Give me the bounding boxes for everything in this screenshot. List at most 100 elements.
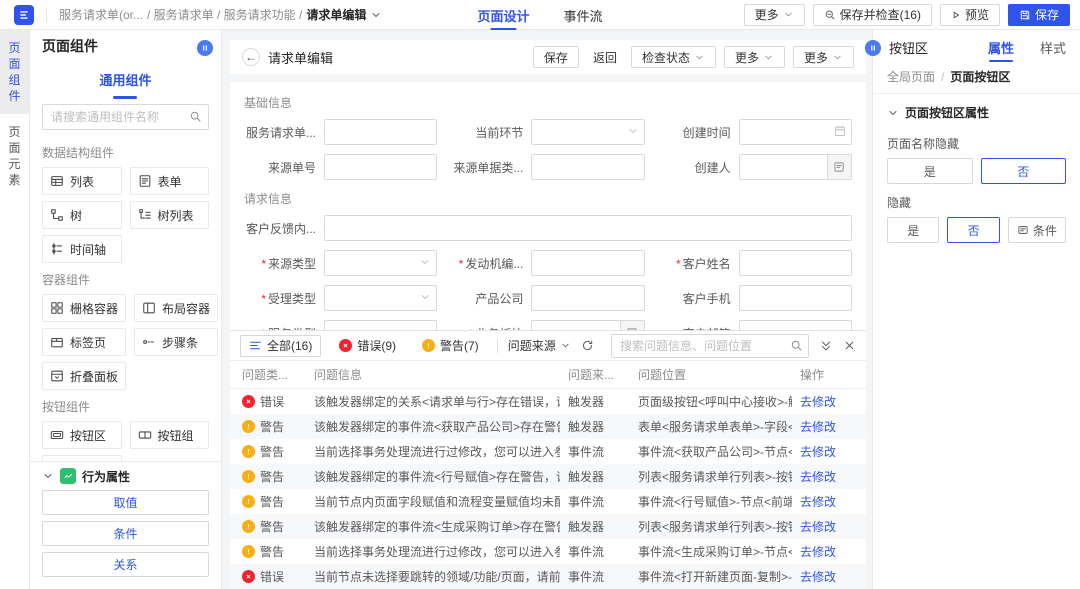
close-icon[interactable] [843,339,856,352]
chevron-down-icon[interactable] [370,9,382,21]
component-item-timeline[interactable]: 时间轴 [42,235,122,263]
problem-source-filter[interactable]: 问题来源 [508,337,571,354]
source-number-input[interactable] [324,154,437,180]
required-mark: * [261,257,266,271]
current-step-select[interactable] [531,119,644,145]
breadcrumb-path[interactable]: / 服务请求单 / 服务请求功能 / [147,6,302,23]
problems-tab-errors[interactable]: 错误(9) [331,335,404,357]
save-and-check-button[interactable]: 保存并检查(16) [813,4,932,26]
behavior-panel-header[interactable]: 行为属性 [30,462,221,490]
tab-event-flow[interactable]: 事件流 [564,0,603,30]
refresh-icon[interactable] [581,339,594,352]
tab-page-design[interactable]: 页面设计 [477,0,529,30]
source-type-select[interactable] [324,250,437,276]
component-item-button-group[interactable]: 按钮组 [130,421,210,449]
page-name-hidden-yes-button[interactable]: 是 [887,158,973,184]
chevron-down-icon [419,291,431,303]
warning-icon [242,420,255,433]
collapse-right-panel-icon[interactable] [865,40,881,56]
lookup-icon[interactable] [620,321,644,330]
component-item-form[interactable]: 表单 [130,167,210,195]
behavior-condition-button[interactable]: 条件 [42,521,209,546]
hidden-no-button[interactable]: 否 [947,217,999,243]
service-type-select[interactable] [324,320,437,330]
customer-phone-input[interactable] [739,285,852,311]
tab-styles[interactable]: 样式 [1040,30,1066,64]
table-row: 错误 该触发器绑定的关系<请求单与行>存在错误，请前往修... 触发器 页面级按… [230,389,866,414]
form-back-button[interactable]: 返回 [587,46,623,68]
collapse-panel-icon[interactable] [819,339,833,353]
component-item-tabs[interactable]: 标签页 [42,328,126,356]
save-button[interactable]: 保存 [1008,4,1070,26]
problems-tab-warnings[interactable]: 警告(7) [414,335,487,357]
table-row: 警告 当前选择事务处理流进行过修改，您可以进入参数映射查... 事件流 事件流<… [230,439,866,464]
form-more2-button[interactable]: 更多 [793,46,854,68]
back-button[interactable]: ← [242,48,260,66]
problems-search-input[interactable] [611,334,809,358]
left-rail: 页面组件 页面元素 [0,30,30,589]
customer-email-input[interactable] [739,320,852,330]
go-fix-link[interactable]: 去修改 [800,445,836,459]
rail-item-page-components[interactable]: 页面组件 [0,30,29,114]
field-label: 客户反馈内... [244,220,324,237]
field-label: 创建时间 [659,124,739,141]
problems-table: 问题类... 问题信息 问题来... 问题位置 操作 错误 该触发器绑定的关系<… [230,361,866,589]
list-filter-icon [249,339,262,352]
source-doc-type-input[interactable] [531,154,644,180]
collapse-left-panel-icon[interactable] [197,40,213,56]
problems-tab-all[interactable]: 全部(16) [240,335,321,357]
lookup-icon[interactable] [827,155,851,179]
breadcrumb-root[interactable]: 服务请求单(or... [59,6,143,23]
component-item-layout-container[interactable]: 布局容器 [134,294,218,322]
preview-button[interactable]: 预览 [940,4,1000,26]
app-logo[interactable] [14,5,34,25]
component-item-grid-container[interactable]: 栅格容器 [42,294,126,322]
components-panel-header: 页面组件 [30,30,221,62]
form-more-button[interactable]: 更多 [724,46,785,68]
form-save-button[interactable]: 保存 [533,46,579,68]
go-fix-link[interactable]: 去修改 [800,545,836,559]
behavior-value-button[interactable]: 取值 [42,490,209,515]
check-status-button[interactable]: 检查状态 [631,46,716,68]
creator-lookup[interactable] [739,154,852,180]
table-row: 警告 当前节点内页面字段赋值和流程变量赋值均未配置，请前... 事件流 事件流<… [230,489,866,514]
breadcrumb-global-page[interactable]: 全局页面 [887,68,935,85]
customer-name-input[interactable] [739,250,852,276]
go-fix-link[interactable]: 去修改 [800,395,836,409]
customer-feedback-input[interactable] [324,215,852,241]
field-label: 产品公司 [451,290,531,307]
component-search-input[interactable] [42,104,209,130]
component-item-collapse[interactable]: 折叠面板 [42,362,126,390]
component-item-treelist[interactable]: 树列表 [130,201,210,229]
behavior-relation-button[interactable]: 关系 [42,552,209,577]
go-fix-link[interactable]: 去修改 [800,495,836,509]
group-label: 容器组件 [42,271,209,288]
breadcrumb-current[interactable]: 请求单编辑 [306,6,366,23]
go-fix-link[interactable]: 去修改 [800,420,836,434]
problems-search [611,334,809,358]
component-item-list[interactable]: 列表 [42,167,122,195]
tab-general-components[interactable]: 通用组件 [97,64,153,95]
create-time-datepicker[interactable] [739,119,852,145]
warning-icon [242,520,255,533]
inspector-section-header[interactable]: 页面按钮区属性 [873,94,1080,125]
service-request-input[interactable] [324,119,437,145]
go-fix-link[interactable]: 去修改 [800,470,836,484]
hidden-yes-button[interactable]: 是 [887,217,939,243]
required-mark: * [459,257,464,271]
accept-type-select[interactable] [324,285,437,311]
tab-properties[interactable]: 属性 [988,30,1014,64]
product-company-input[interactable] [531,285,644,311]
component-item-steps[interactable]: 步骤条 [134,328,218,356]
hidden-condition-button[interactable]: 条件 [1008,217,1066,243]
engine-number-input[interactable] [531,250,644,276]
component-item-tree[interactable]: 树 [42,201,122,229]
page-name-hidden-no-button[interactable]: 否 [981,158,1067,184]
rail-item-page-elements[interactable]: 页面元素 [0,114,29,198]
go-fix-link[interactable]: 去修改 [800,570,836,584]
component-item-button-area[interactable]: 按钮区 [42,421,122,449]
go-fix-link[interactable]: 去修改 [800,520,836,534]
business-sector-lookup[interactable] [531,320,644,330]
more-button[interactable]: 更多 [744,4,805,26]
page-title: 请求单编辑 [268,48,333,67]
